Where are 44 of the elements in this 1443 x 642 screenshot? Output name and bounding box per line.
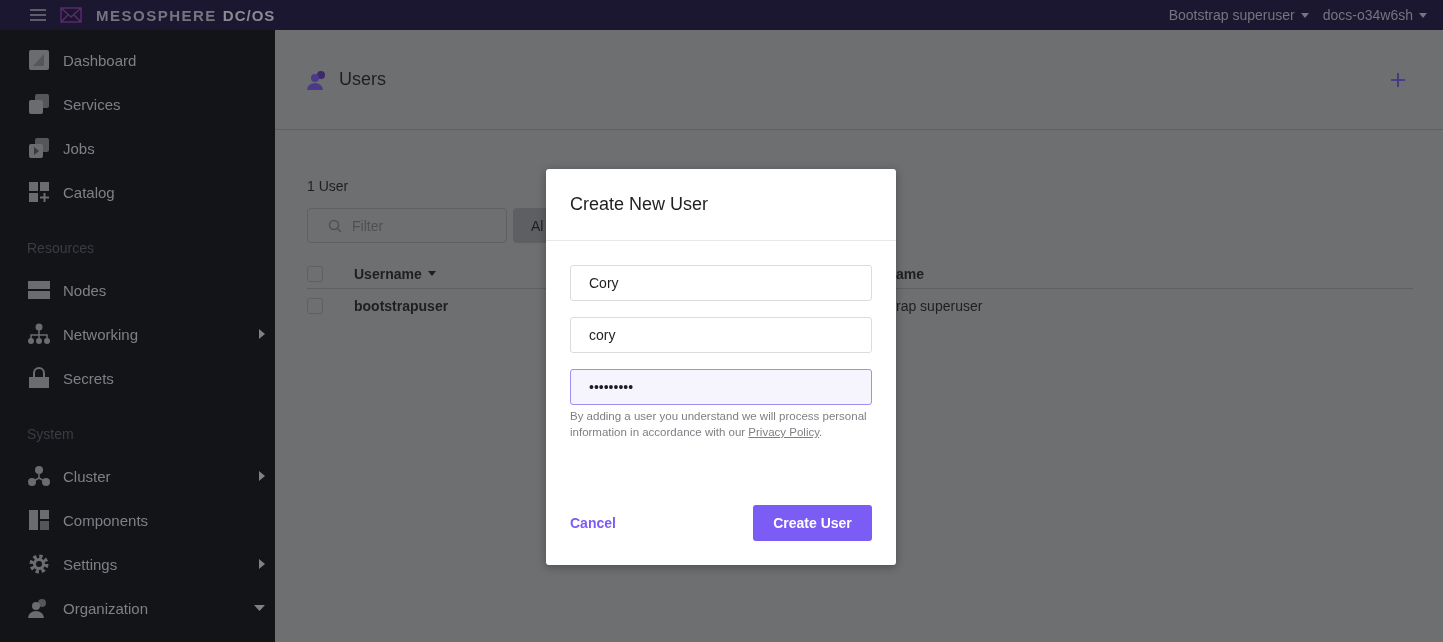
stacked-squares-icon [28, 93, 50, 115]
input-field[interactable]: Cory [570, 265, 872, 301]
network-icon [28, 323, 50, 345]
settings-icon [28, 553, 50, 575]
dialog-title: Create New User [570, 194, 709, 215]
chart-icon [28, 49, 50, 71]
sidebar-item[interactable]: Organization [0, 586, 275, 630]
table-cell: bootstrapuser [354, 298, 449, 314]
caret-icon [427, 271, 436, 276]
sidebar-item[interactable]: Catalog [0, 170, 275, 214]
user-menu[interactable]: Bootstrap superuser [1168, 7, 1309, 23]
lock-icon [28, 367, 50, 389]
create-user-button[interactable]: Create User [753, 505, 872, 541]
sidebar-item[interactable]: Components [0, 498, 275, 542]
cancel-button[interactable]: Cancel [570, 515, 616, 531]
sidebar-item[interactable]: Networking [0, 312, 275, 356]
sidebar-item[interactable]: Services [0, 82, 275, 126]
input-field[interactable]: ••••••••• [570, 369, 872, 405]
column-header[interactable]: ame [896, 259, 1413, 289]
page-title: Users [339, 69, 387, 90]
sidebar-item[interactable]: Secrets [0, 356, 275, 400]
brand-name: MESOSPHERE [96, 6, 217, 24]
plus-icon[interactable] [1391, 72, 1405, 87]
user-count: 1 User [307, 178, 350, 194]
logo-icon [60, 7, 82, 23]
cluster-menu[interactable]: docs-o34w6sh [1322, 7, 1427, 23]
menu-icon[interactable] [30, 8, 46, 22]
brand-product: DC/OS [222, 6, 276, 24]
table-cell: rap superuser [896, 298, 983, 314]
cluster-icon [28, 465, 50, 487]
play-icon [28, 137, 50, 159]
server-icon [28, 279, 50, 301]
caret-icon [1300, 12, 1309, 18]
sidebar-item[interactable]: Cluster [0, 454, 275, 498]
input-field[interactable]: cory [570, 317, 872, 353]
sidebar-item[interactable]: Settings [0, 542, 275, 586]
sidebar-item[interactable]: Jobs [0, 126, 275, 170]
caret-icon [1419, 12, 1427, 18]
sidebar-item[interactable]: Nodes [0, 268, 275, 312]
disclaimer-text: By adding a user you understand we will process personal information in accordance with our Privacy Policy. [570, 409, 868, 440]
search-icon [328, 218, 342, 233]
layout-icon [28, 509, 50, 531]
sidebar-item[interactable]: Dashboard [0, 38, 275, 82]
grid-plus-icon [28, 181, 50, 203]
